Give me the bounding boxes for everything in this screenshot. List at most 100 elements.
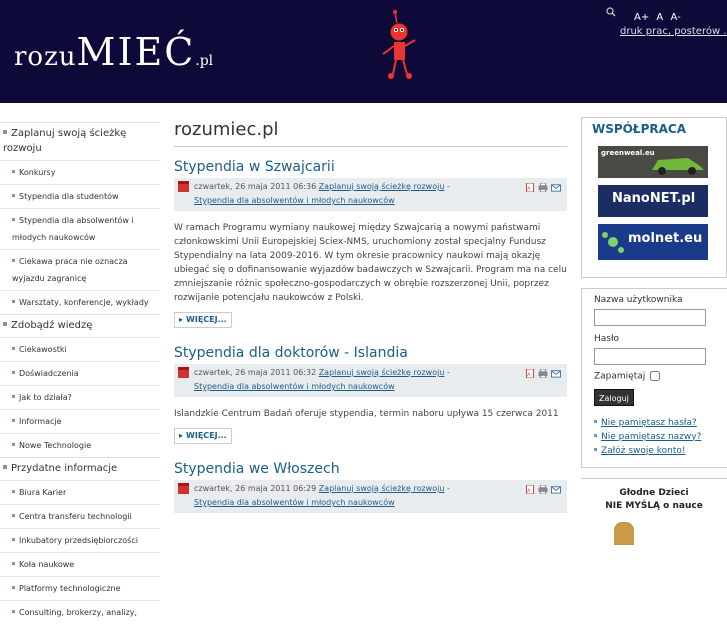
register-link[interactable]: Załóż swoje konto! xyxy=(601,446,686,456)
forgot-password-link[interactable]: Nie pamiętasz hasła? xyxy=(601,418,697,428)
pdf-icon[interactable]: A xyxy=(525,369,535,378)
article-meta: czwartek, 26 maja 2011 06:36 Zaplanuj sw… xyxy=(174,178,567,211)
print-icon[interactable] xyxy=(538,485,548,494)
pdf-icon[interactable]: A xyxy=(525,485,535,494)
print-icon[interactable] xyxy=(538,369,548,378)
font-size-switcher: A+ A A- xyxy=(634,12,685,23)
nav-subitem[interactable]: Centra transferu technologii xyxy=(0,504,160,528)
site-logo[interactable]: rozuMIEĆ.pl xyxy=(14,30,213,74)
bullet-icon xyxy=(12,538,15,541)
forgot-username-link[interactable]: Nie pamiętasz nazwy? xyxy=(601,432,701,442)
read-more-button[interactable]: ▸ WIĘCEJ... xyxy=(174,312,232,328)
article-body: Islandzkie Centrum Badań oferuje stypend… xyxy=(174,409,559,419)
nav-subitem[interactable]: Stypendia dla absolwentów i młodych nauk… xyxy=(0,208,160,249)
nav-subitem-label: Konkursy xyxy=(19,168,56,177)
subcategory-link[interactable]: Stypendia dla absolwentów i młodych nauk… xyxy=(194,382,395,391)
font-reset-button[interactable]: A xyxy=(656,12,663,23)
nav-subitem[interactable]: Ciekawa praca nie oznacza wyjazdu zagran… xyxy=(0,249,160,290)
logo-part-pl: .pl xyxy=(195,53,214,69)
nav-subitem-label: Platformy technologiczne xyxy=(19,584,121,593)
mascot-figure-icon xyxy=(382,10,416,79)
nav-subitem[interactable]: Informacje xyxy=(0,409,160,433)
article-title[interactable]: Stypendia w Szwajcarii xyxy=(174,156,567,178)
article-meta: czwartek, 26 maja 2011 06:29 Zaplanuj sw… xyxy=(174,480,567,513)
email-icon[interactable] xyxy=(551,485,561,494)
nav-subitem[interactable]: Doświadczenia xyxy=(0,361,160,385)
nav-subitem[interactable]: Koła naukowe xyxy=(0,552,160,576)
category-link[interactable]: Zaplanuj swoją ścieżkę rozwoju xyxy=(319,484,445,493)
username-label: Nazwa użytkownika xyxy=(594,295,683,305)
bullet-icon xyxy=(594,419,597,423)
remember-checkbox[interactable] xyxy=(650,371,661,381)
bullet-icon xyxy=(12,610,15,613)
car-icon xyxy=(652,158,704,175)
email-icon[interactable] xyxy=(551,369,561,378)
article: Stypendia we Włoszech czwartek, 26 maja … xyxy=(174,458,567,513)
bullet-icon xyxy=(12,371,15,374)
email-icon[interactable] xyxy=(551,183,561,192)
username-input[interactable] xyxy=(594,309,706,326)
category-link[interactable]: Zaplanuj swoją ścieżkę rozwoju xyxy=(319,368,445,377)
cooperation-box: WSPÓŁPRACA greenweal.eu NanoNET.pl molne… xyxy=(581,117,727,278)
nav-subitem-label: Centra transferu technologii xyxy=(19,512,132,521)
bullet-icon xyxy=(12,347,15,350)
subcategory-link[interactable]: Stypendia dla absolwentów i młodych nauk… xyxy=(194,196,395,205)
nav-subitem-label: Consulting, brokerzy, analizy, xyxy=(19,608,138,617)
charity-line-2: NIE MYŚLĄ o nauce xyxy=(605,501,703,511)
bullet-icon xyxy=(12,259,15,262)
password-input[interactable] xyxy=(594,348,706,365)
list-item: Nie pamiętasz nazwy? xyxy=(594,430,715,444)
nav-item-label: Przydatne informacje xyxy=(11,463,118,474)
nav-subitem-label: Informacje xyxy=(19,417,62,426)
article-title[interactable]: Stypendia we Włoszech xyxy=(174,458,567,480)
font-increase-button[interactable]: A+ xyxy=(634,12,649,23)
login-form: Nazwa użytkownika Hasło Zapamiętaj Zalog… xyxy=(581,288,727,468)
bullet-icon xyxy=(12,586,15,589)
banner-label: NanoNET.pl xyxy=(612,191,696,206)
bullet-icon xyxy=(12,395,15,398)
login-links: Nie pamiętasz hasła? Nie pamiętasz nazwy… xyxy=(594,416,715,458)
nav-subitem[interactable]: Stypendia dla studentów xyxy=(0,184,160,208)
molecule-icon xyxy=(602,232,624,253)
nav-subitem[interactable]: Warsztaty, konferencje, wykłady xyxy=(0,290,160,314)
calendar-icon xyxy=(178,181,189,192)
arrow-right-icon: ▸ xyxy=(179,315,184,324)
header-promo-link[interactable]: druk prac, posterów ... xyxy=(620,26,727,37)
font-decrease-button[interactable]: A- xyxy=(670,12,680,23)
nav-subitem[interactable]: Platformy technologiczne xyxy=(0,576,160,600)
subcategory-link[interactable]: Stypendia dla absolwentów i młodych nauk… xyxy=(194,498,395,507)
nav-subitem-label: Doświadczenia xyxy=(19,369,79,378)
list-item: Załóż swoje konto! xyxy=(594,444,715,458)
nav-subitem[interactable]: Biura Karier xyxy=(0,480,160,504)
nav-subitem[interactable]: Konkursy xyxy=(0,160,160,184)
article-date: czwartek, 26 maja 2011 06:32 xyxy=(194,368,317,377)
category-link[interactable]: Zaplanuj swoją ścieżkę rozwoju xyxy=(319,182,445,191)
password-label: Hasło xyxy=(594,334,620,344)
nav-subitem[interactable]: Inkubatory przedsiębiorczości xyxy=(0,528,160,552)
login-button[interactable]: Zaloguj xyxy=(594,388,634,406)
nav-subitem[interactable]: Ciekawostki xyxy=(0,337,160,361)
bullet-icon xyxy=(12,562,15,565)
nav-item[interactable]: Zdobądź wiedzę xyxy=(0,314,160,337)
nav-item[interactable]: Przydatne informacje xyxy=(0,457,160,480)
search-icon[interactable] xyxy=(606,7,616,17)
pdf-icon[interactable]: A xyxy=(525,183,535,192)
article: Stypendia dla doktorów - Islandia czwart… xyxy=(174,342,567,444)
partner-banner-molnet[interactable]: molnet.eu xyxy=(598,224,708,260)
partner-banner-greenweal[interactable]: greenweal.eu xyxy=(598,146,708,178)
article-meta: czwartek, 26 maja 2011 06:32 Zaplanuj sw… xyxy=(174,364,567,397)
read-more-label: WIĘCEJ... xyxy=(186,315,227,324)
bullet-icon xyxy=(12,218,15,221)
nav-subitem-label: Inkubatory przedsiębiorczości xyxy=(19,536,138,545)
article-title[interactable]: Stypendia dla doktorów - Islandia xyxy=(174,342,567,364)
read-more-button[interactable]: ▸ WIĘCEJ... xyxy=(174,428,232,444)
bullet-icon xyxy=(12,490,15,493)
nav-subitem[interactable]: Consulting, brokerzy, analizy, xyxy=(0,600,160,624)
nav-subitem[interactable]: Jak to działa? xyxy=(0,385,160,409)
logo-part-rozu: rozu xyxy=(14,42,77,72)
charity-box[interactable]: Głodne Dzieci NIE MYŚLĄ o nauce xyxy=(581,478,727,513)
nav-subitem[interactable]: Nowe Technologie xyxy=(0,433,160,457)
nav-item[interactable]: Zaplanuj swoją ścieżkę rozwoju xyxy=(0,122,160,160)
print-icon[interactable] xyxy=(538,183,548,192)
partner-banner-nanonet[interactable]: NanoNET.pl xyxy=(598,185,708,217)
